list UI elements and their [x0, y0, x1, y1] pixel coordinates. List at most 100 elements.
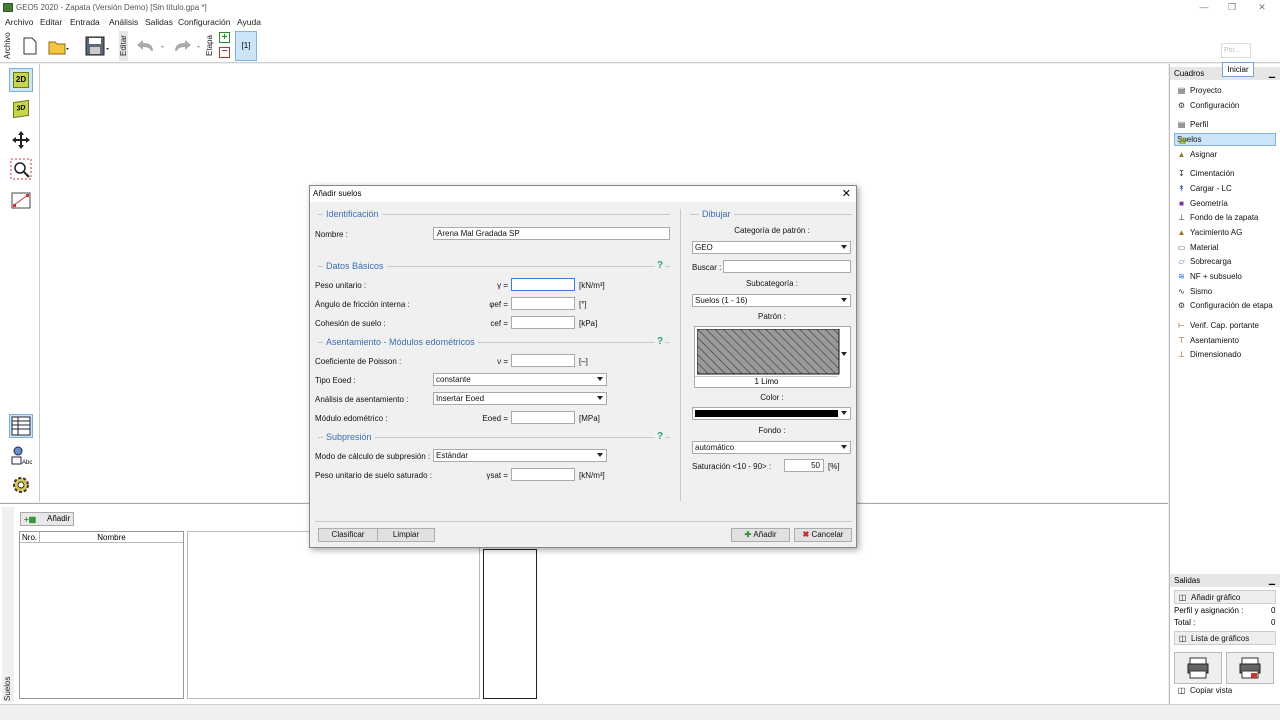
print-button[interactable]	[1174, 652, 1222, 684]
undo-button[interactable]	[134, 35, 164, 57]
editar-group-label: Editar	[119, 31, 128, 61]
panel-item-material[interactable]: ▭ Material	[1174, 241, 1276, 255]
help-icon[interactable]: ?	[655, 431, 666, 442]
restore-button[interactable]: ❐	[1225, 1, 1239, 13]
buscar-input[interactable]	[723, 260, 851, 273]
zoom-button[interactable]	[9, 157, 33, 181]
patron-selector[interactable]: 1 Limo	[694, 326, 851, 388]
settings-button[interactable]	[9, 473, 33, 497]
print-export-button[interactable]	[1226, 652, 1274, 684]
help-icon[interactable]: ?	[655, 336, 666, 347]
fondo-select[interactable]: automático	[692, 441, 851, 454]
panel-item-sismo[interactable]: ∿ Sismo	[1174, 285, 1276, 299]
cohesion-input[interactable]	[511, 316, 575, 329]
panel-item-proyecto[interactable]: ▤ Proyecto	[1174, 84, 1276, 98]
earthquake-icon: ∿	[1178, 287, 1185, 296]
nombre-input[interactable]: Arena Mal Gradada SP	[433, 227, 670, 240]
peso-unitario-input[interactable]	[511, 278, 575, 291]
open-folder-icon	[48, 41, 69, 55]
deposit-icon: ▲	[1177, 228, 1186, 237]
panel-item-sobrecarga[interactable]: ▱ Sobrecarga	[1174, 255, 1276, 269]
save-button[interactable]	[84, 35, 109, 57]
add-soil-label: Añadir	[47, 514, 71, 523]
friccion-input[interactable]	[511, 297, 575, 310]
saturacion-input[interactable]: 50	[784, 459, 824, 472]
add-graphic-button[interactable]: ◫ Añadir gráfico	[1174, 590, 1276, 604]
copy-view-button[interactable]: ◫ Copiar vista	[1174, 684, 1276, 698]
panel-item-label: Asentamiento	[1190, 336, 1239, 345]
fit-to-screen-icon	[11, 192, 31, 209]
collapsed-panel-box[interactable]: Poi...	[1221, 43, 1251, 58]
modulo-edometrico-input[interactable]	[511, 411, 575, 424]
help-icon[interactable]: ?	[655, 260, 666, 271]
panel-item-asignar[interactable]: ▲ Asignar	[1174, 148, 1276, 162]
subcategoria-select[interactable]: Suelos (1 - 16)	[692, 294, 851, 307]
poisson-label: Coeficiente de Poisson :	[315, 357, 402, 366]
anadir-button[interactable]: ✚ Añadir	[731, 528, 790, 542]
modo-subpresion-select[interactable]: Estándar	[433, 449, 607, 462]
panel-item-label: Geometría	[1190, 199, 1228, 208]
panel-item-cimentación[interactable]: ↧ Cimentación	[1174, 167, 1276, 181]
open-file-button[interactable]	[46, 35, 69, 57]
soils-table[interactable]: Nro. Nombre	[19, 531, 184, 699]
table-view-button[interactable]	[9, 414, 33, 438]
collapse-icon[interactable]: ▁	[1269, 574, 1275, 587]
redo-button[interactable]	[170, 35, 200, 57]
load-icon: ↟	[1178, 184, 1185, 193]
new-file-button[interactable]	[18, 35, 40, 57]
menu-archivo[interactable]: Archivo	[5, 17, 33, 27]
panel-item-verif-cap-portante[interactable]: ⊢ Verif. Cap. portante	[1174, 319, 1276, 333]
add-soil-button[interactable]: +▦ Añadir	[20, 512, 74, 526]
categoria-patron-select[interactable]: GEO	[692, 241, 851, 254]
collapse-icon[interactable]: ▁	[1269, 67, 1275, 80]
fit-view-button[interactable]	[9, 189, 33, 213]
view-2d-button[interactable]: 2D	[9, 68, 33, 92]
panel-item-configuración[interactable]: ⚙ Configuración	[1174, 99, 1276, 113]
cancelar-button[interactable]: ✖ Cancelar	[794, 528, 852, 542]
dialog-close-icon[interactable]: ✕	[842, 186, 851, 202]
color-select[interactable]	[692, 407, 851, 420]
panel-item-configuración-de-etapa[interactable]: ⚙ Configuración de etapa	[1174, 299, 1276, 313]
clasificar-button[interactable]: Clasificar	[318, 528, 378, 542]
chevron-down-icon	[597, 377, 603, 381]
column-header-nro[interactable]: Nro.	[20, 532, 40, 543]
menu-editar[interactable]: Editar	[40, 17, 62, 27]
panel-item-perfil[interactable]: ▤ Perfil	[1174, 118, 1276, 132]
menu-ayuda[interactable]: Ayuda	[237, 17, 261, 27]
stage-1-button[interactable]: [1]	[235, 31, 257, 61]
panel-item-cargar-lc[interactable]: ↟ Cargar - LC	[1174, 182, 1276, 196]
panel-item-yacimiento-ag[interactable]: ▲ Yacimiento AG	[1174, 226, 1276, 240]
move-view-button[interactable]	[9, 128, 33, 152]
minimize-button[interactable]: —	[1197, 1, 1211, 13]
view-3d-button[interactable]: 3D	[9, 97, 33, 121]
panel-item-dimensionado[interactable]: ⊥ Dimensionado	[1174, 348, 1276, 362]
menu-analisis[interactable]: Análisis	[109, 17, 138, 27]
tipo-eoed-value: constante	[436, 375, 471, 384]
panel-item-label: Cargar - LC	[1190, 184, 1232, 193]
svg-text:Abc: Abc	[22, 460, 32, 466]
copy-view-label: Copiar vista	[1190, 686, 1233, 695]
limpiar-button[interactable]: Limpiar	[377, 528, 435, 542]
close-window-button[interactable]: ✕	[1255, 1, 1269, 13]
panel-item-nf-subsuelo[interactable]: ≋ NF + subsuelo	[1174, 270, 1276, 284]
remove-stage-button[interactable]: −	[219, 47, 230, 58]
analisis-asentamiento-select[interactable]: Insertar Eoed	[433, 392, 607, 405]
friccion-unit: [°]	[579, 300, 587, 309]
menu-salidas[interactable]: Salidas	[145, 17, 173, 27]
friccion-symbol: φef =	[489, 300, 508, 309]
column-header-nombre[interactable]: Nombre	[40, 532, 183, 543]
style-settings-button[interactable]: Abc	[9, 444, 33, 468]
zoom-icon	[10, 158, 32, 180]
menu-entrada[interactable]: Entrada	[70, 17, 100, 27]
panel-item-suelos[interactable]: ▦ Suelos	[1174, 133, 1276, 146]
peso-saturado-input[interactable]	[511, 468, 575, 481]
tipo-eoed-select[interactable]: constante	[433, 373, 607, 386]
poisson-input[interactable]	[511, 354, 575, 367]
start-button[interactable]: Iniciar	[1222, 62, 1254, 77]
panel-item-fondo-de-la-zapata[interactable]: ⊥ Fondo de la zapata	[1174, 211, 1276, 225]
menu-configuracion[interactable]: Configuración	[178, 17, 230, 27]
add-stage-button[interactable]: +	[219, 32, 230, 43]
panel-item-geometría[interactable]: ■ Geometría	[1174, 197, 1276, 211]
list-graphics-button[interactable]: ◫ Lista de gráficos	[1174, 631, 1276, 645]
panel-item-asentamiento[interactable]: ⊤ Asentamiento	[1174, 334, 1276, 348]
